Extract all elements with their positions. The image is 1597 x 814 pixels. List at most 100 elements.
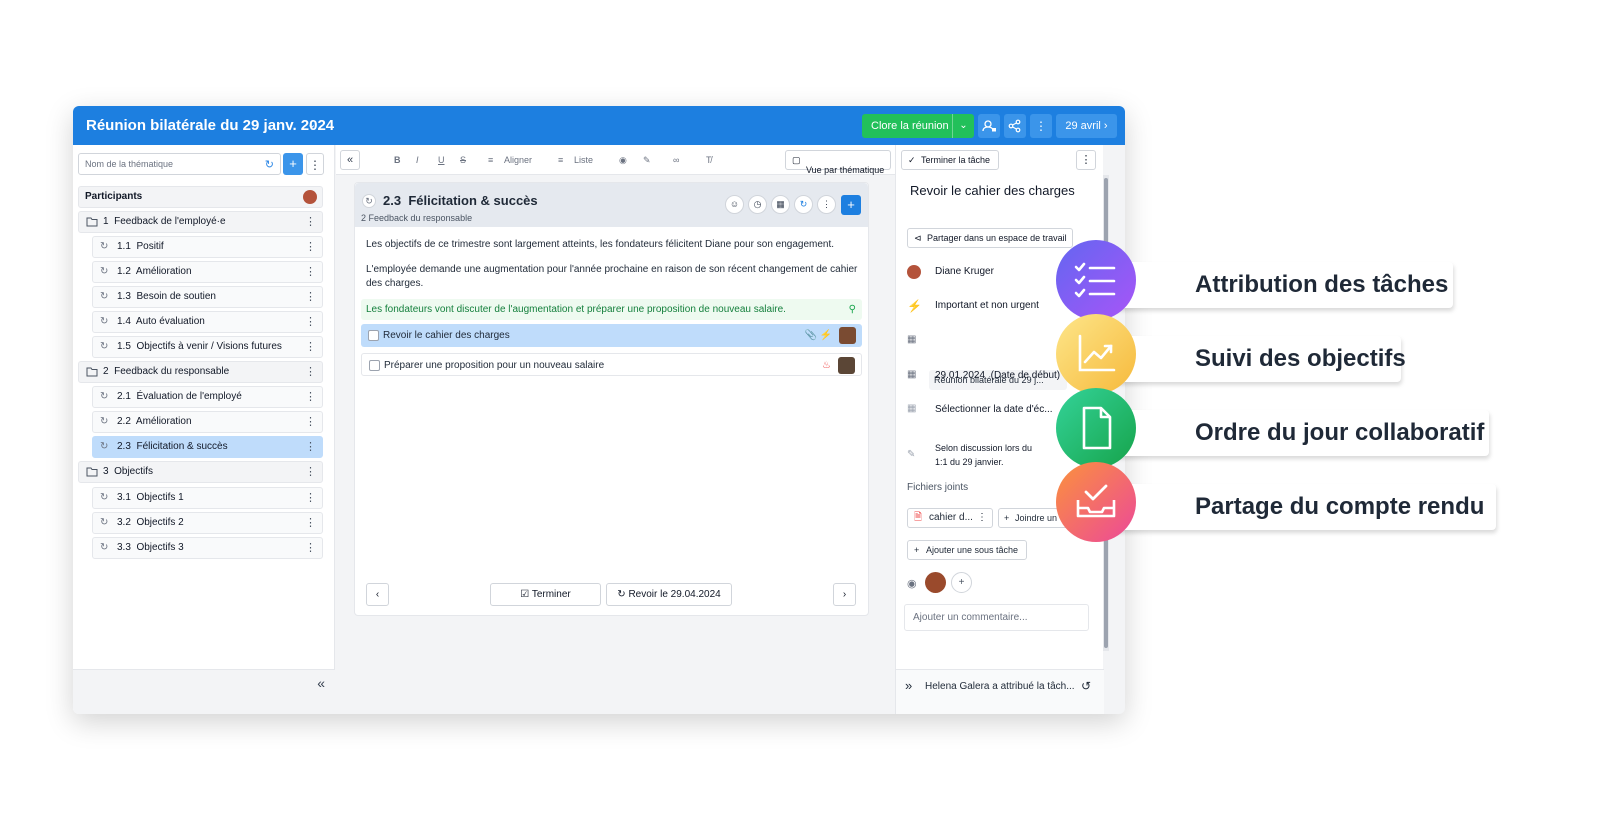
pin-icon[interactable]: ⚲: [849, 299, 856, 320]
add-follower-icon[interactable]: +: [951, 572, 972, 593]
share-workspace-button[interactable]: ⊲ Partager dans un espace de travail: [907, 228, 1073, 248]
sidebar-item-3-3[interactable]: ↻ 3.3 Objectifs 3 ⋮: [92, 537, 323, 559]
more-options-icon[interactable]: ⋮: [305, 312, 316, 332]
list-icon[interactable]: ≡: [558, 155, 563, 165]
bold-icon[interactable]: B: [394, 155, 401, 165]
timer-icon[interactable]: ◷: [748, 195, 767, 214]
recurring-icon: ↻: [100, 416, 109, 427]
task-checkbox[interactable]: [369, 360, 380, 371]
more-options-icon[interactable]: ⋮: [817, 195, 836, 214]
add-subtask-button[interactable]: + Ajouter une sous tâche: [907, 540, 1027, 560]
finish-task-button[interactable]: ✓ Terminer la tâche: [901, 150, 999, 170]
add-button[interactable]: +: [841, 195, 861, 215]
share-label: Partager dans un espace de travail: [927, 233, 1067, 243]
sidebar-item-2-2[interactable]: ↻ 2.2 Amélioration ⋮: [92, 411, 323, 433]
priority-bolt-icon: ⚡: [907, 299, 922, 313]
sidebar-section-1[interactable]: 1 Feedback de l'employé·e ⋮: [78, 211, 323, 233]
list-label[interactable]: Liste: [574, 155, 593, 165]
sidebar-item-1-5[interactable]: ↻ 1.5 Objectifs à venir / Visions future…: [92, 336, 323, 358]
sidebar-item-3-1[interactable]: ↻ 3.1 Objectifs 1 ⋮: [92, 487, 323, 509]
add-topic-button[interactable]: +: [283, 153, 303, 175]
task-checkbox[interactable]: [368, 330, 379, 341]
more-options-icon[interactable]: ⋮: [305, 262, 316, 282]
italic-icon[interactable]: I: [416, 155, 419, 165]
more-options-icon[interactable]: ⋮: [305, 362, 316, 382]
check-circle-icon: ☑: [520, 589, 530, 600]
recurring-icon: ↻: [100, 266, 109, 277]
palette-icon[interactable]: ◉: [619, 155, 627, 166]
finish-topic-button[interactable]: ☑ Terminer: [490, 583, 601, 606]
user-lock-icon[interactable]: [978, 114, 1000, 138]
more-options-icon[interactable]: ⋮: [305, 412, 316, 432]
item-label: 3.1 Objectifs 1: [117, 492, 184, 503]
more-options-icon[interactable]: ⋮: [306, 153, 324, 175]
more-options-icon[interactable]: ⋮: [305, 488, 316, 508]
more-options-icon[interactable]: ⋮: [305, 437, 316, 457]
task-item[interactable]: Préparer une proposition pour un nouveau…: [361, 353, 862, 376]
align-icon[interactable]: ≡: [488, 155, 493, 165]
collapse-sidebar-icon[interactable]: «: [317, 675, 325, 691]
avatar: [925, 572, 946, 593]
highlighted-note[interactable]: Les fondateurs vont discuter de l'augmen…: [361, 299, 862, 320]
align-label[interactable]: Aligner: [504, 155, 532, 165]
review-later-button[interactable]: ↻ Revoir le 29.04.2024: [606, 583, 732, 606]
clear-format-icon[interactable]: T̸: [706, 155, 712, 165]
more-options-icon[interactable]: ⋮: [305, 513, 316, 533]
sidebar-item-1-3[interactable]: ↻ 1.3 Besoin de soutien ⋮: [92, 286, 323, 308]
sidebar-item-2-1[interactable]: ↻ 2.1 Évaluation de l'employé ⋮: [92, 386, 323, 408]
more-options-icon[interactable]: ⋮: [305, 287, 316, 307]
topic-paragraph[interactable]: Les objectifs de ce trimestre sont large…: [366, 238, 866, 252]
task-item[interactable]: Revoir le cahier des charges 📎 ⚡: [361, 324, 862, 347]
date-nav-button[interactable]: 29 avril ›: [1056, 114, 1117, 138]
more-options-icon[interactable]: ⋮: [305, 337, 316, 357]
view-by-topic-label: Vue par thématique: [806, 165, 885, 175]
calendar-icon[interactable]: ▦: [771, 195, 790, 214]
more-options-icon[interactable]: ⋮: [1076, 150, 1096, 170]
task-title[interactable]: Revoir le cahier des charges: [910, 181, 1080, 201]
next-topic-button[interactable]: ›: [833, 583, 856, 606]
more-options-icon[interactable]: ⋮: [1030, 114, 1052, 138]
more-options-icon[interactable]: ⋮: [305, 237, 316, 257]
more-options-icon[interactable]: ⋮: [305, 538, 316, 558]
comment-input[interactable]: Ajouter un commentaire...: [904, 604, 1089, 631]
history-icon[interactable]: ↺: [1081, 679, 1091, 693]
task-list-icon: [1056, 240, 1136, 320]
sidebar-item-2-3[interactable]: ↻ 2.3 Félicitation & succès ⋮: [92, 436, 323, 458]
topic-search-input[interactable]: Nom de la thématique ↻: [78, 153, 281, 175]
meeting-title[interactable]: Réunion bilatérale du 29 janv. 2024: [86, 117, 334, 134]
document-icon: [1056, 388, 1136, 468]
user-icon[interactable]: ☺: [725, 195, 744, 214]
refresh-icon[interactable]: ↻: [794, 195, 813, 214]
app-window: Réunion bilatérale du 29 janv. 2024 ⌄ Cl…: [73, 106, 1125, 714]
previous-topic-button[interactable]: ‹: [366, 583, 389, 606]
highlighter-icon[interactable]: ✎: [643, 155, 651, 166]
participants-row[interactable]: Participants: [78, 186, 323, 208]
collapse-left-icon[interactable]: «: [340, 150, 360, 170]
chevron-down-icon[interactable]: ⌄: [307, 118, 316, 131]
chevron-down-icon[interactable]: ⌄: [952, 114, 974, 138]
share-icon[interactable]: [1004, 114, 1026, 138]
expand-icon[interactable]: »: [905, 678, 912, 693]
recurring-icon: ↻: [100, 391, 109, 402]
sidebar-item-1-1[interactable]: ↻ 1.1 Positif ⋮: [92, 236, 323, 258]
topic-paragraph[interactable]: L'employée demande une augmentation pour…: [366, 263, 866, 291]
more-options-icon[interactable]: ⋮: [305, 212, 316, 232]
calendar-icon: ▦: [907, 403, 917, 414]
link-icon[interactable]: ∞: [673, 155, 679, 165]
view-by-topic-button[interactable]: ▢ Vue par thématique: [785, 150, 891, 175]
strikethrough-icon[interactable]: S: [460, 155, 466, 165]
sidebar-item-3-2[interactable]: ↻ 3.2 Objectifs 2 ⋮: [92, 512, 323, 534]
underline-icon[interactable]: U: [438, 155, 445, 165]
more-options-icon[interactable]: ⋮: [977, 509, 987, 527]
priority-bolt-icon: ⚡: [819, 330, 832, 341]
attachment-file[interactable]: 🗎 cahier d... ⋮: [907, 508, 993, 528]
refresh-icon[interactable]: ↻: [265, 158, 274, 171]
feature-label: Attribution des tâches: [1195, 271, 1449, 298]
sidebar-section-2[interactable]: 2 Feedback du responsable ⋮: [78, 361, 323, 383]
sidebar-item-1-4[interactable]: ↻ 1.4 Auto évaluation ⋮: [92, 311, 323, 333]
sidebar-section-3[interactable]: 3 Objectifs ⋮: [78, 461, 323, 483]
more-options-icon[interactable]: ⋮: [305, 387, 316, 407]
more-options-icon[interactable]: ⋮: [305, 462, 316, 482]
sidebar-item-1-2[interactable]: ↻ 1.2 Amélioration ⋮: [92, 261, 323, 283]
close-meeting-button[interactable]: Clore la réunion ⌄: [862, 114, 974, 138]
